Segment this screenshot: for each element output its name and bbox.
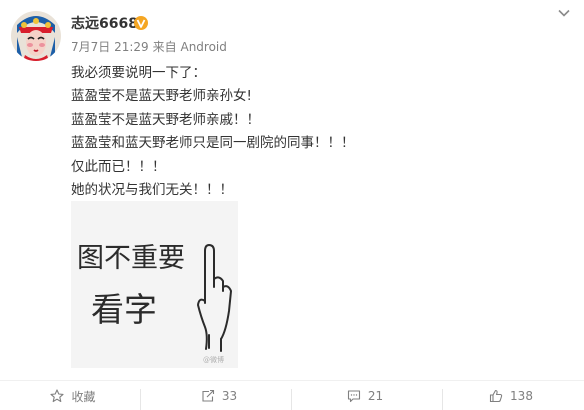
comment-count: 21 bbox=[367, 389, 384, 403]
verified-badge-icon bbox=[134, 16, 148, 30]
action-divider bbox=[140, 389, 141, 410]
thumbs-up-icon bbox=[489, 389, 503, 403]
handwriting-image: 图不重要 看字 bbox=[71, 201, 238, 368]
chevron-down-icon[interactable] bbox=[557, 8, 571, 18]
post-text-line: 蓝盈莹和蓝天野老师只是同一剧院的同事！！！ bbox=[71, 135, 355, 152]
favorite-button[interactable]: 收藏 bbox=[0, 381, 146, 410]
repost-icon bbox=[202, 389, 214, 402]
post-text-line: 她的状况与我们无关！！！ bbox=[71, 182, 233, 199]
post-timestamp[interactable]: 7月7日 21:29 bbox=[71, 40, 149, 54]
post-source: 来自 Android bbox=[152, 40, 227, 54]
author-name[interactable]: 志远6668 bbox=[71, 15, 138, 33]
post-text: 我必须要说明一下了： 蓝盈莹不是蓝天野老师亲孙女! 蓝盈莹不是蓝天野老师亲戚！！… bbox=[71, 62, 571, 202]
handwriting-line-1: 图不重要 bbox=[77, 243, 185, 274]
opera-mask-avatar-image bbox=[11, 11, 61, 61]
post-meta: 7月7日 21:29 来自 Android bbox=[71, 40, 227, 54]
like-count: 138 bbox=[510, 389, 533, 403]
like-button[interactable]: 138 bbox=[438, 381, 584, 410]
post-image[interactable]: 图不重要 看字 @微博 bbox=[71, 201, 238, 368]
comment-button[interactable]: 21 bbox=[292, 381, 438, 410]
post-text-line: 仅此而已！！！ bbox=[71, 158, 166, 175]
handwriting-line-2: 看字 bbox=[91, 290, 157, 329]
post-text-line: 我必须要说明一下了： bbox=[71, 65, 206, 81]
comment-icon bbox=[347, 390, 360, 403]
post-text-line: 蓝盈莹不是蓝天野老师亲孙女! bbox=[71, 88, 252, 105]
repost-button[interactable]: 33 bbox=[146, 381, 292, 410]
star-icon bbox=[50, 389, 65, 403]
weibo-post-card: 志远6668 7月7日 21:29 来自 Android 我必须要说明一下了： 蓝… bbox=[0, 0, 584, 410]
repost-count: 33 bbox=[221, 389, 238, 403]
action-bar: 收藏 33 21 138 bbox=[0, 380, 584, 410]
favorite-label: 收藏 bbox=[71, 389, 96, 404]
image-watermark: @微博 bbox=[203, 356, 224, 364]
post-text-line: 蓝盈莹不是蓝天野老师亲戚！！ bbox=[71, 111, 260, 128]
avatar[interactable] bbox=[11, 11, 61, 61]
